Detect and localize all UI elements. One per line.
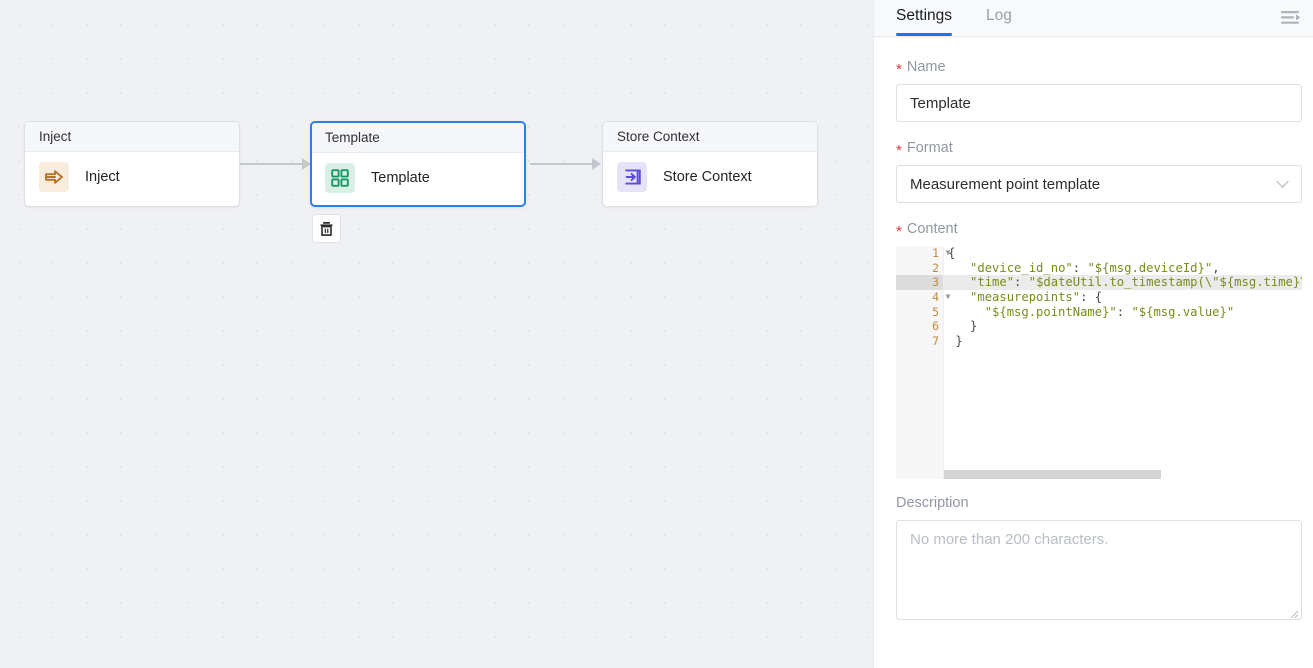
editor-scrollbar-thumb[interactable]: [944, 470, 1161, 479]
code-line-2: "device_id_no": "${msg.deviceId}",: [944, 261, 1302, 276]
collapse-panel-icon[interactable]: [1277, 4, 1305, 32]
node-store-context-header: Store Context: [603, 122, 817, 152]
delete-node-button[interactable]: [312, 214, 341, 243]
node-inject-body: Inject: [25, 152, 239, 202]
field-content: * Content 1▼234▼567 { "device_id_no": "$…: [896, 221, 1291, 479]
field-description-label-text: Description: [896, 495, 969, 511]
connector-template-store: [530, 163, 594, 165]
node-store-context-label: Store Context: [663, 169, 752, 185]
field-content-label-text: Content: [907, 221, 958, 237]
field-format: * Format Measurement point template: [896, 140, 1291, 203]
node-template-header: Template: [312, 123, 524, 153]
flow-canvas[interactable]: Inject Inject Template: [0, 0, 873, 668]
line-number-6[interactable]: 6: [896, 319, 943, 334]
field-description: Description No more than 200 characters.: [896, 495, 1291, 620]
line-number-2[interactable]: 2: [896, 261, 943, 276]
required-indicator-name: *: [896, 62, 902, 77]
field-name: * Name: [896, 59, 1291, 122]
inject-arrow-icon: [39, 162, 69, 192]
code-line-3: "time": "$dateUtil.to_timestamp(\"${msg.…: [944, 275, 1302, 290]
node-inject-header: Inject: [25, 122, 239, 152]
node-template[interactable]: Template Template: [310, 121, 526, 207]
required-indicator-content: *: [896, 224, 902, 239]
node-store-context-header-label: Store Context: [617, 129, 700, 144]
content-code-editor[interactable]: 1▼234▼567 { "device_id_no": "${msg.devic…: [896, 246, 1302, 479]
field-name-label: * Name: [896, 59, 1291, 75]
node-template-header-label: Template: [325, 130, 380, 145]
field-format-label: * Format: [896, 140, 1291, 156]
code-line-5: "${msg.pointName}": "${msg.value}": [944, 305, 1302, 320]
template-grid-icon: [325, 163, 355, 193]
code-line-6: }: [944, 319, 1302, 334]
field-content-label: * Content: [896, 221, 1291, 237]
trash-icon: [319, 221, 334, 237]
tab-log[interactable]: Log: [986, 0, 1012, 36]
settings-panel: Settings Log * Name: [873, 0, 1313, 668]
field-description-label: Description: [896, 495, 1291, 511]
settings-form: * Name * Format Measurement point templa…: [874, 37, 1313, 668]
node-inject[interactable]: Inject Inject: [24, 121, 240, 207]
connector-arrowhead-2: [592, 158, 601, 170]
editor-code-area[interactable]: { "device_id_no": "${msg.deviceId}", "ti…: [944, 246, 1302, 479]
line-number-1[interactable]: 1▼: [896, 246, 943, 261]
chevron-down-icon: [1276, 176, 1289, 193]
code-line-4: "measurepoints": {: [944, 290, 1302, 305]
tab-settings[interactable]: Settings: [896, 0, 952, 36]
line-number-3[interactable]: 3: [896, 275, 943, 290]
node-store-context[interactable]: Store Context Store Context: [602, 121, 818, 207]
editor-line-number-gutter: 1▼234▼567: [896, 246, 944, 479]
tab-settings-label: Settings: [896, 7, 952, 24]
editor-horizontal-scrollbar[interactable]: [944, 470, 1302, 479]
description-textarea-wrapper[interactable]: No more than 200 characters.: [896, 520, 1302, 620]
format-select[interactable]: Measurement point template: [896, 165, 1302, 203]
name-input[interactable]: [896, 84, 1302, 122]
node-store-context-body: Store Context: [603, 152, 817, 202]
code-line-1: {: [944, 246, 1302, 261]
line-number-5[interactable]: 5: [896, 305, 943, 320]
panel-tab-bar: Settings Log: [874, 0, 1313, 37]
required-indicator-format: *: [896, 143, 902, 158]
app-root: Inject Inject Template: [0, 0, 1313, 668]
node-inject-header-label: Inject: [39, 129, 71, 144]
connector-inject-template: [240, 163, 304, 165]
store-context-icon: [617, 162, 647, 192]
node-inject-label: Inject: [85, 169, 120, 185]
resize-grip-icon[interactable]: [1288, 606, 1299, 617]
field-format-label-text: Format: [907, 140, 953, 156]
line-number-4[interactable]: 4▼: [896, 290, 943, 305]
description-placeholder: No more than 200 characters.: [910, 531, 1108, 548]
node-template-body: Template: [312, 153, 524, 203]
node-template-label: Template: [371, 170, 430, 186]
line-number-7[interactable]: 7: [896, 334, 943, 349]
format-select-value: Measurement point template: [910, 176, 1100, 193]
tab-log-label: Log: [986, 7, 1012, 24]
code-line-7: }: [944, 334, 1302, 349]
field-name-label-text: Name: [907, 59, 946, 75]
